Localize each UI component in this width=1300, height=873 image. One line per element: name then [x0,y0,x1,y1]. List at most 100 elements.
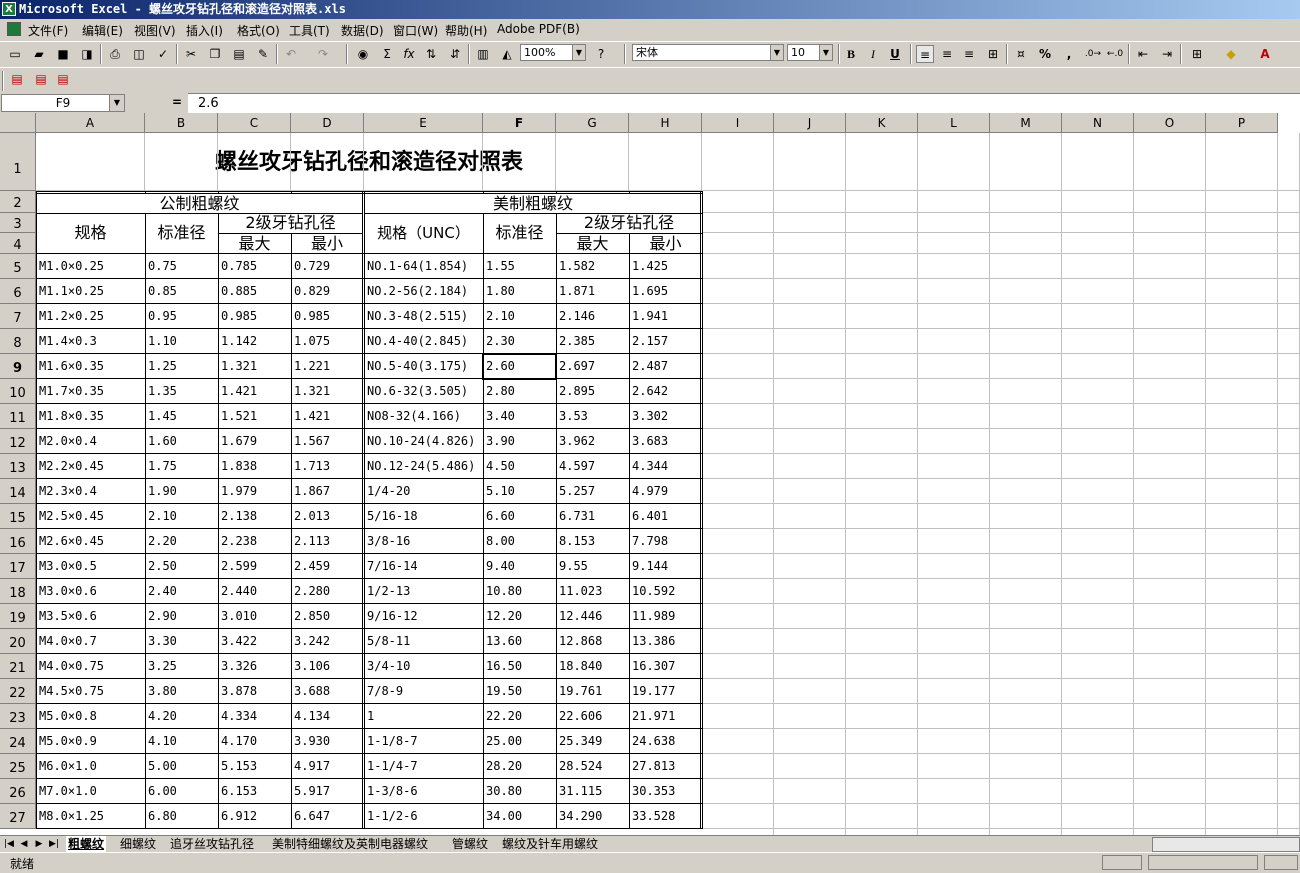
table-cell[interactable]: NO.2-56(2.184) [365,279,483,303]
table-cell[interactable]: 5.153 [219,754,291,778]
document-icon[interactable] [7,22,21,36]
spec-header[interactable]: 规格 [36,213,145,253]
table-cell[interactable]: 1.941 [630,304,700,328]
row-header-17[interactable]: 17 [0,554,36,579]
table-cell[interactable]: 2.385 [557,329,629,353]
row-header-20[interactable]: 20 [0,629,36,654]
row-header-12[interactable]: 12 [0,429,36,454]
column-header-M[interactable]: M [990,113,1062,133]
table-cell[interactable]: M2.2×0.45 [37,454,145,478]
table-cell[interactable]: 2.440 [219,579,291,603]
table-cell[interactable]: 34.290 [557,804,629,828]
table-cell[interactable]: 1.582 [557,254,629,278]
table-cell[interactable]: 3.962 [557,429,629,453]
table-cell[interactable]: 2.90 [146,604,218,628]
paste-icon[interactable]: ▤ [230,45,248,63]
row-header-9[interactable]: 9 [0,354,36,379]
table-cell[interactable]: 3.010 [219,604,291,628]
table-cell[interactable]: 2.10 [484,304,556,328]
menu-item-6[interactable]: 数据(D) [341,22,384,39]
table-cell[interactable]: 1 [365,704,483,728]
column-header-O[interactable]: O [1134,113,1206,133]
table-cell[interactable]: 1.421 [292,404,362,428]
table-cell[interactable]: 9.144 [630,554,700,578]
table-cell[interactable]: 1.567 [292,429,362,453]
table-cell[interactable]: 3.422 [219,629,291,653]
table-cell[interactable]: 10.592 [630,579,700,603]
table-cell[interactable]: M5.0×0.8 [37,704,145,728]
increase-indent-icon[interactable]: ⇥ [1158,45,1176,63]
table-cell[interactable]: 1.979 [219,479,291,503]
table-cell[interactable]: 2.599 [219,554,291,578]
table-cell[interactable]: 1.75 [146,454,218,478]
table-cell[interactable]: 2.238 [219,529,291,553]
menu-item-1[interactable]: 编辑(E) [82,22,123,39]
table-cell[interactable]: 18.840 [557,654,629,678]
row-header-1[interactable]: 1 [0,133,36,191]
table-cell[interactable]: 7.798 [630,529,700,553]
decrease-indent-icon[interactable]: ⇤ [1134,45,1152,63]
table-cell[interactable]: 3.90 [484,429,556,453]
bold-button[interactable]: B [842,45,860,63]
italic-button[interactable]: I [864,45,882,63]
table-cell[interactable]: 2.40 [146,579,218,603]
column-header-H[interactable]: H [629,113,702,133]
table-cell[interactable]: 2.850 [292,604,362,628]
sort-descending-icon[interactable]: ⇵ [446,45,464,63]
cut-icon[interactable]: ✂ [182,45,200,63]
name-box[interactable]: F9 ▼ [1,94,125,112]
print-icon[interactable]: ⎙ [106,45,124,63]
table-cell[interactable]: 1.679 [219,429,291,453]
table-cell[interactable]: 3.326 [219,654,291,678]
table-cell[interactable]: 2.895 [557,379,629,403]
table-cell[interactable]: 1.55 [484,254,556,278]
table-cell[interactable]: M7.0×1.0 [37,779,145,803]
table-cell[interactable]: NO.3-48(2.515) [365,304,483,328]
row-header-6[interactable]: 6 [0,279,36,304]
table-cell[interactable]: 34.00 [484,804,556,828]
table-cell[interactable]: 31.115 [557,779,629,803]
new-icon[interactable]: ▭ [6,45,24,63]
table-cell[interactable]: 21.971 [630,704,700,728]
table-cell[interactable]: 2.146 [557,304,629,328]
table-cell[interactable]: 33.528 [630,804,700,828]
table-cell[interactable]: 3/4-10 [365,654,483,678]
table-cell[interactable]: 1-1/8-7 [365,729,483,753]
convert-pdf-email-icon[interactable]: ▤ [32,70,50,88]
table-cell[interactable]: M4.5×0.75 [37,679,145,703]
row-header-8[interactable]: 8 [0,329,36,354]
table-cell[interactable]: NO.5-40(3.175) [365,354,483,378]
row-header-24[interactable]: 24 [0,729,36,754]
table-cell[interactable]: 4.50 [484,454,556,478]
select-all-corner[interactable] [0,113,36,133]
row-header-27[interactable]: 27 [0,804,36,829]
table-cell[interactable]: 3.302 [630,404,700,428]
decrease-decimal-icon[interactable]: ←.0 [1106,45,1124,63]
table-cell[interactable]: 6.00 [146,779,218,803]
row-header-16[interactable]: 16 [0,529,36,554]
chart-wizard-icon[interactable]: ▥ [474,45,492,63]
std-dia-header[interactable]: 标准径 [145,213,218,253]
metric-header[interactable]: 公制粗螺纹 [36,194,363,213]
table-cell[interactable]: M1.0×0.25 [37,254,145,278]
table-cell[interactable]: 1.713 [292,454,362,478]
first-sheet-icon[interactable]: |◀ [2,837,16,851]
row-header-2[interactable]: 2 [0,191,36,213]
table-cell[interactable]: NO.6-32(3.505) [365,379,483,403]
max-header-us[interactable]: 最大 [556,233,629,254]
open-icon[interactable]: ▰ [30,45,48,63]
table-cell[interactable]: 2.487 [630,354,700,378]
table-cell[interactable]: 12.446 [557,604,629,628]
column-header-I[interactable]: I [702,113,774,133]
merge-center-icon[interactable]: ⊞ [984,45,1002,63]
us-header[interactable]: 美制粗螺纹 [364,194,702,213]
row-header-4[interactable]: 4 [0,233,36,254]
row-header-25[interactable]: 25 [0,754,36,779]
table-cell[interactable]: 6.80 [146,804,218,828]
table-cell[interactable]: 19.177 [630,679,700,703]
row-header-5[interactable]: 5 [0,254,36,279]
table-cell[interactable]: 2.280 [292,579,362,603]
convert-pdf-review-icon[interactable]: ▤ [54,70,72,88]
table-cell[interactable]: 1/4-20 [365,479,483,503]
table-cell[interactable]: 6.647 [292,804,362,828]
